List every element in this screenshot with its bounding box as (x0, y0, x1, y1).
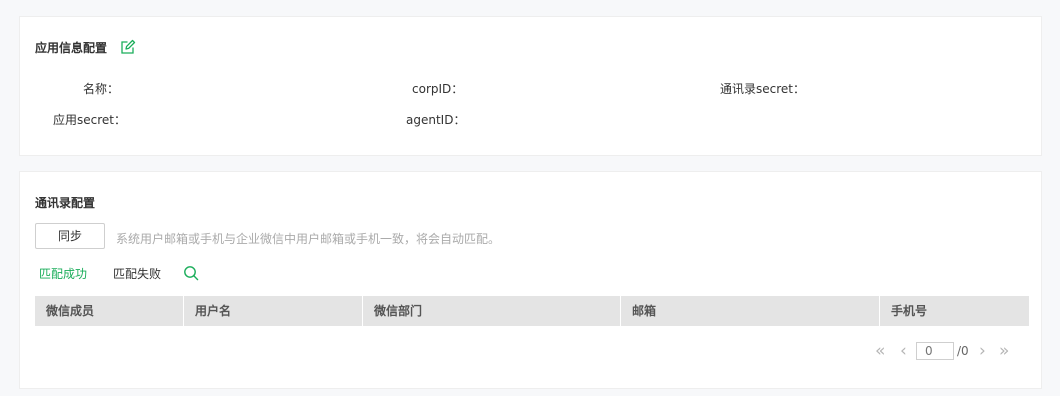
tab-match-success[interactable]: 匹配成功 (39, 265, 87, 282)
contacts-table-header: 微信成员 用户名 微信部门 邮箱 手机号 (35, 296, 1029, 326)
app-secret-label: 应用secret： (53, 113, 126, 127)
contacts-config-title: 通讯录配置 (35, 196, 96, 210)
pager-first-button[interactable]: « (875, 341, 885, 361)
sync-button[interactable]: 同步 (35, 223, 105, 249)
tab-match-failed[interactable]: 匹配失败 (113, 265, 161, 282)
corpid-label: corpID： (412, 82, 464, 96)
search-icon[interactable] (183, 265, 199, 281)
pager-prev-button[interactable]: ‹ (900, 341, 907, 361)
pager-next-button[interactable]: › (979, 341, 986, 361)
contacts-config-card: 通讯录配置 同步 系统用户邮箱或手机与企业微信中用户邮箱或手机一致，将会自动匹配… (19, 171, 1042, 389)
agentid-label: agentID： (406, 113, 466, 127)
column-header-wechat-member: 微信成员 (35, 296, 184, 326)
app-config-card: 应用信息配置 名称： corpID： 通讯录secret： 应用secret： … (19, 16, 1042, 156)
column-header-phone: 手机号 (891, 304, 928, 318)
contacts-secret-label: 通讯录secret： (720, 82, 805, 96)
edit-icon[interactable] (120, 39, 136, 55)
pager-last-button[interactable]: » (999, 341, 1009, 361)
pager-page-input[interactable] (916, 342, 954, 360)
column-header-email: 邮箱 (621, 296, 880, 326)
sync-hint: 系统用户邮箱或手机与企业微信中用户邮箱或手机一致，将会自动匹配。 (116, 232, 501, 246)
pager-total: /0 (957, 344, 969, 358)
name-label: 名称： (83, 82, 120, 96)
app-config-title: 应用信息配置 (35, 41, 108, 55)
column-header-username: 用户名 (184, 296, 363, 326)
column-header-wechat-department: 微信部门 (363, 296, 621, 326)
